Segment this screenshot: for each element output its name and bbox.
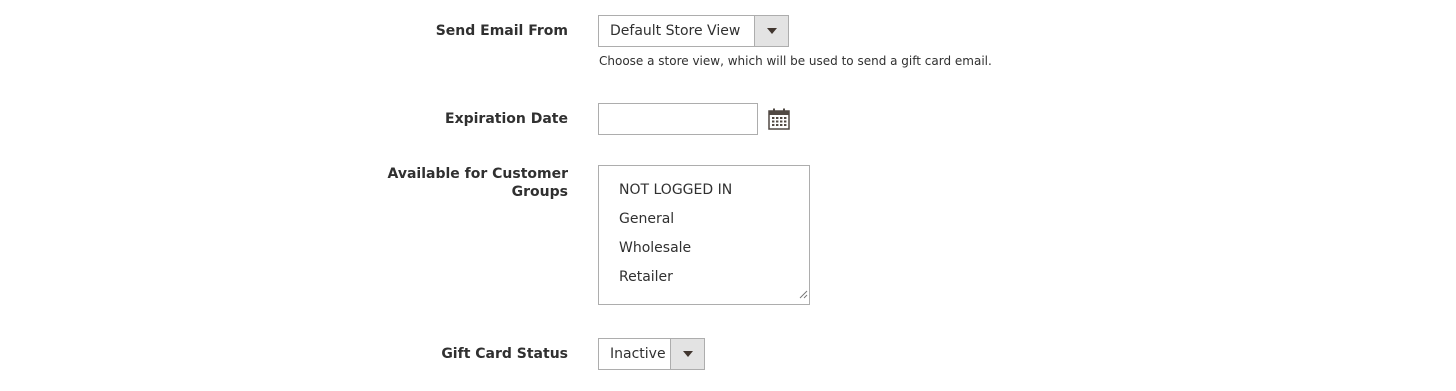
gift-card-form: Send Email From Default Store View Choos… — [0, 0, 1456, 391]
customer-groups-label-line2: Groups — [511, 184, 568, 200]
dropdown-arrow-icon — [670, 339, 704, 369]
customer-group-option[interactable]: Retailer — [599, 263, 809, 292]
dropdown-arrow-icon — [754, 16, 788, 46]
expiration-date-label: Expiration Date — [445, 111, 568, 127]
customer-groups-multiselect[interactable]: NOT LOGGED IN General Wholesale Retailer — [598, 165, 810, 305]
send-email-from-select[interactable]: Default Store View — [598, 15, 789, 47]
customer-group-option[interactable]: General — [599, 205, 809, 234]
send-email-from-note: Choose a store view, which will be used … — [599, 54, 992, 68]
expiration-date-input[interactable] — [598, 103, 758, 135]
send-email-from-value: Default Store View — [610, 23, 741, 39]
customer-groups-label-line1: Available for Customer — [387, 166, 568, 182]
gift-card-status-value: Inactive — [610, 346, 666, 362]
customer-group-option[interactable]: Wholesale — [599, 234, 809, 263]
calendar-icon[interactable] — [768, 108, 790, 134]
gift-card-status-label: Gift Card Status — [441, 346, 568, 362]
resize-handle-icon[interactable] — [798, 284, 808, 303]
gift-card-status-select[interactable]: Inactive — [598, 338, 705, 370]
customer-groups-label: Available for Customer Groups — [368, 165, 568, 201]
send-email-from-label: Send Email From — [435, 23, 568, 39]
customer-group-option[interactable]: NOT LOGGED IN — [599, 176, 809, 205]
